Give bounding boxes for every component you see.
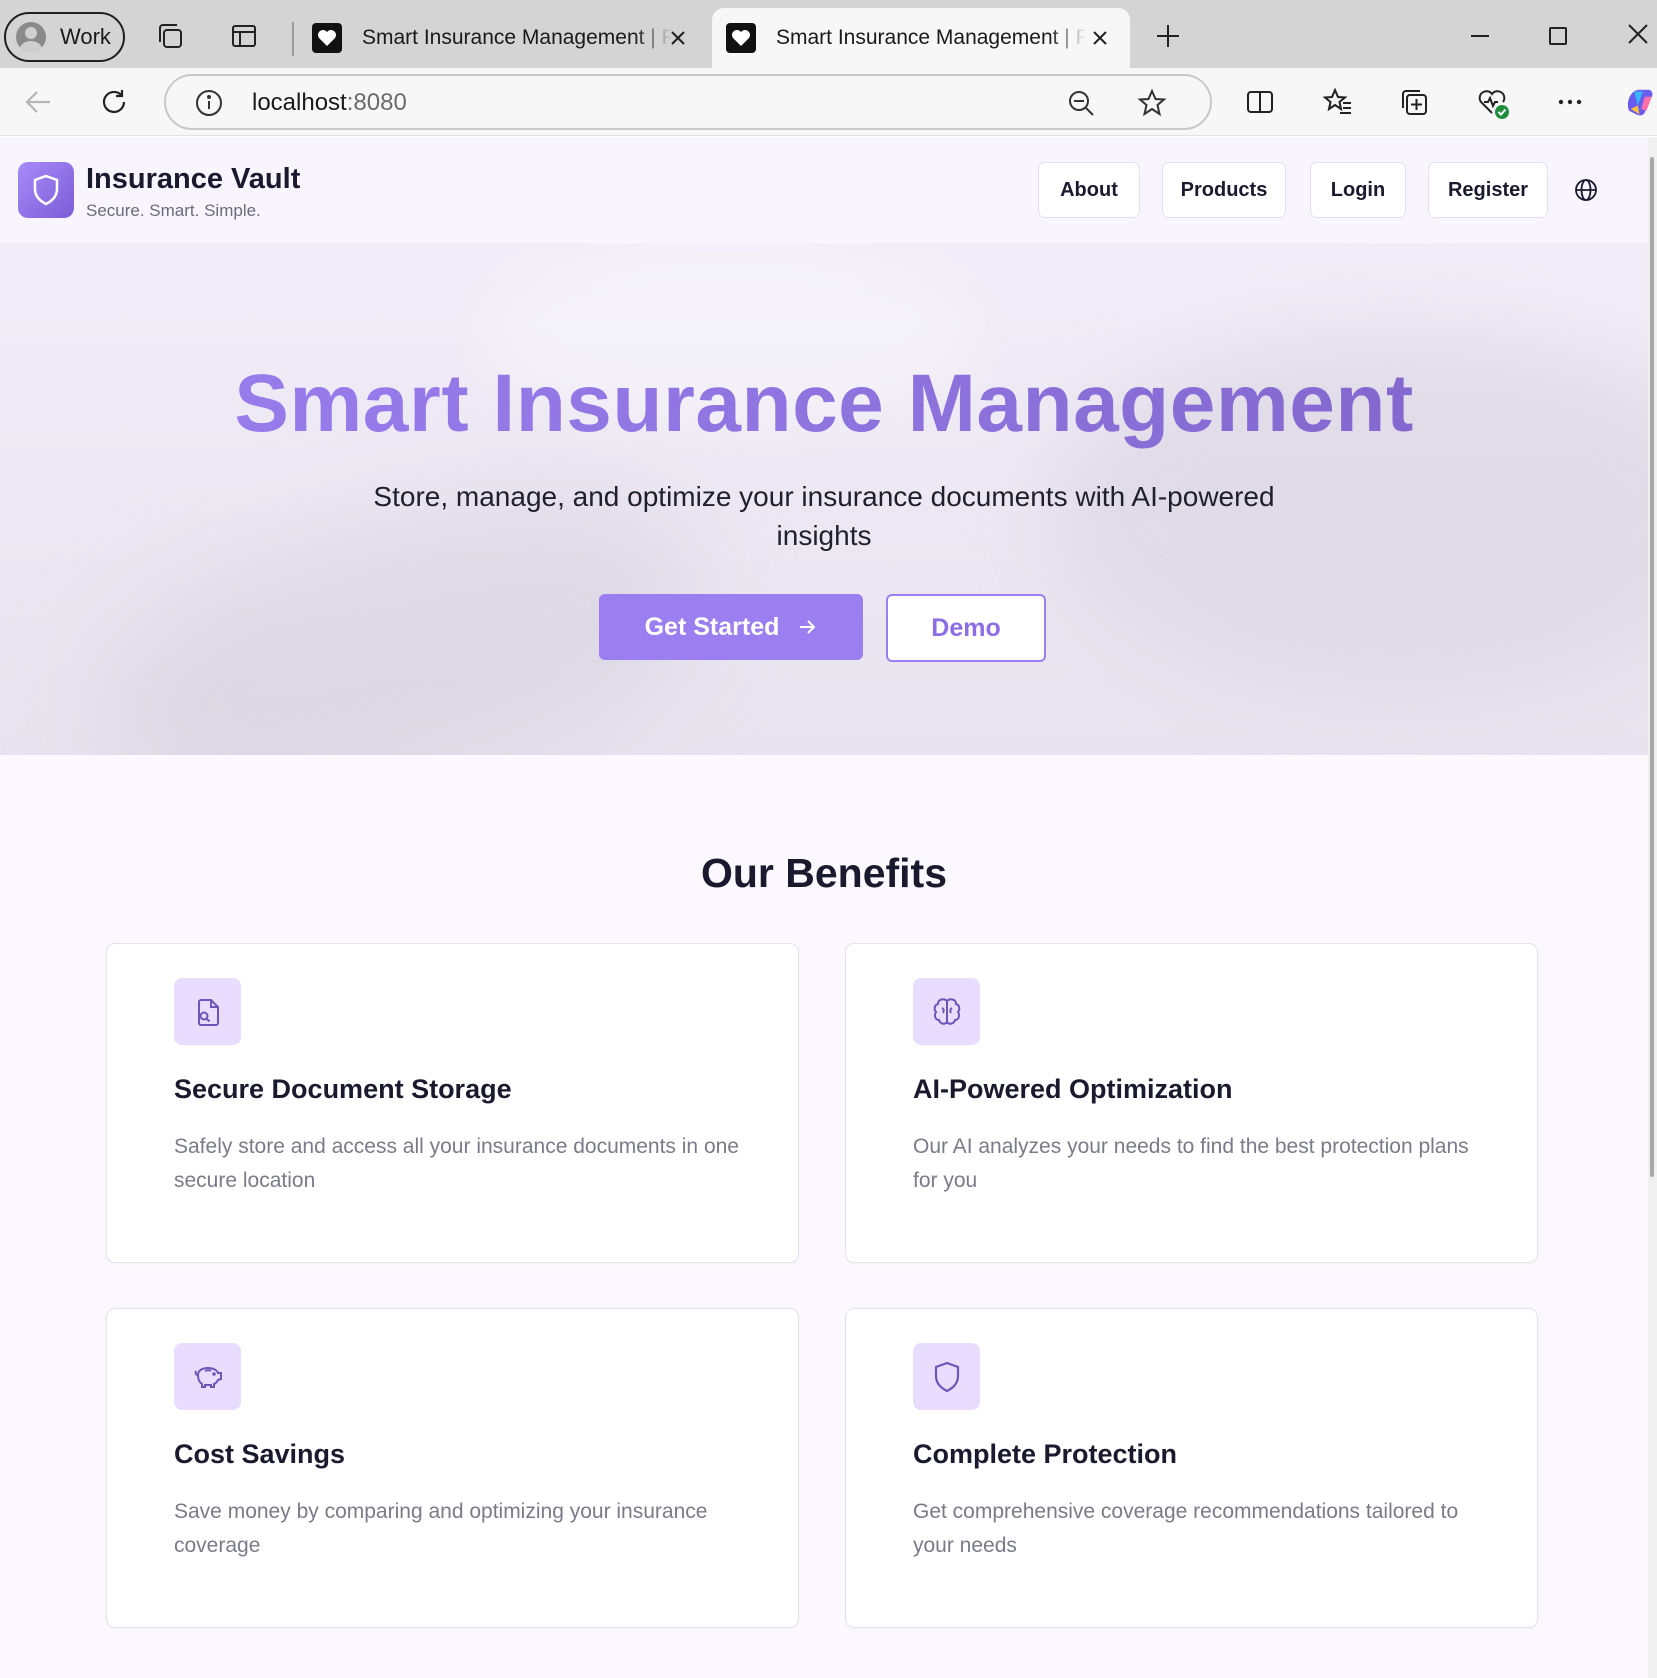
benefit-card-title: Cost Savings <box>174 1439 346 1469</box>
favorites-icon[interactable] <box>1320 84 1356 120</box>
tab-active[interactable]: Smart Insurance Management | Pr <box>712 8 1130 68</box>
split-screen-icon[interactable] <box>1242 84 1278 120</box>
maximize-icon[interactable] <box>1540 18 1576 54</box>
address-bar[interactable]: localhost:8080 <box>164 74 1212 130</box>
hero-subtitle: Store, manage, and optimize your insuran… <box>373 481 1275 551</box>
heart-favicon-icon <box>312 23 342 53</box>
shield-icon <box>913 1343 980 1410</box>
tab-title: Smart Insurance Management | Pr <box>362 26 672 49</box>
browser-essentials-icon[interactable] <box>1474 84 1512 122</box>
benefit-card-description: Our AI analyzes your needs to find the b… <box>913 1135 1469 1192</box>
url-port: :8080 <box>346 89 407 116</box>
get-started-label: Get Started <box>644 612 780 641</box>
benefit-card: Complete Protection Get comprehensive co… <box>845 1308 1538 1628</box>
benefit-card: Secure Document Storage Safely store and… <box>106 943 799 1263</box>
avatar <box>16 22 46 52</box>
close-tab-icon[interactable] <box>666 26 690 50</box>
tab-inactive[interactable]: Smart Insurance Management | Pr <box>298 8 708 68</box>
benefit-card: AI-Powered Optimization Our AI analyzes … <box>845 943 1538 1263</box>
profile-button[interactable]: Work <box>4 12 125 62</box>
brain-icon <box>913 978 980 1045</box>
scrollbar-thumb[interactable] <box>1650 157 1654 1177</box>
minimize-icon[interactable] <box>1462 18 1498 54</box>
shield-logo-icon <box>33 174 59 206</box>
back-arrow-icon[interactable] <box>20 84 56 120</box>
benefit-card-description: Get comprehensive coverage recommendatio… <box>913 1500 1459 1557</box>
zoom-out-icon[interactable] <box>1066 88 1096 118</box>
piggy-bank-icon <box>174 1343 241 1410</box>
benefit-card-title: Complete Protection <box>913 1439 1178 1469</box>
hero-title: Smart Insurance Management <box>0 357 1648 451</box>
benefit-card-title: AI-Powered Optimization <box>913 1074 1233 1104</box>
refresh-icon[interactable] <box>96 84 132 120</box>
nav-products-button[interactable]: Products <box>1162 162 1286 218</box>
nav-about-button[interactable]: About <box>1038 162 1140 218</box>
get-started-button[interactable]: Get Started <box>599 594 863 660</box>
brand-name[interactable]: Insurance Vault <box>86 163 300 196</box>
brand-tagline: Secure. Smart. Simple. <box>86 201 261 220</box>
nav-register-button[interactable]: Register <box>1428 162 1548 218</box>
hero-section: Smart Insurance Management Store, manage… <box>0 243 1648 755</box>
url-text[interactable]: localhost:8080 <box>252 89 407 117</box>
benefits-title: Our Benefits <box>700 850 948 896</box>
url-host: localhost <box>252 89 347 116</box>
nav-login-button[interactable]: Login <box>1310 162 1406 218</box>
heart-favicon-icon <box>726 23 756 53</box>
language-globe-icon[interactable] <box>1566 170 1606 210</box>
more-options-icon[interactable] <box>1552 84 1588 120</box>
benefits-section: Our Benefits Secure Document Storage Saf… <box>0 755 1648 1678</box>
vertical-tabs-icon[interactable] <box>226 18 262 54</box>
favorite-star-icon[interactable] <box>1136 87 1168 119</box>
benefit-card-title: Secure Document Storage <box>174 1074 512 1104</box>
benefit-card-description: Save money by comparing and optimizing y… <box>174 1500 708 1557</box>
file-search-icon <box>174 978 241 1045</box>
benefit-card-description: Safely store and access all your insuran… <box>174 1135 739 1192</box>
tab-title: Smart Insurance Management | Pr <box>776 26 1086 49</box>
workspaces-icon[interactable] <box>152 18 188 54</box>
arrow-right-icon <box>800 620 816 634</box>
benefit-card: Cost Savings Save money by comparing and… <box>106 1308 799 1628</box>
copilot-icon[interactable] <box>1622 82 1657 122</box>
demo-button[interactable]: Demo <box>886 594 1046 662</box>
logo[interactable] <box>18 162 74 218</box>
site-info-icon[interactable] <box>194 88 224 118</box>
site-header: Insurance Vault Secure. Smart. Simple. A… <box>0 137 1648 243</box>
new-tab-icon[interactable] <box>1150 18 1186 54</box>
tab-separator <box>292 22 294 56</box>
browser-tab-bar: Work Smart Insurance Management | Pr Sma… <box>0 0 1657 68</box>
close-window-icon[interactable] <box>1620 16 1656 52</box>
page: Insurance Vault Secure. Smart. Simple. A… <box>0 137 1648 1678</box>
collections-icon[interactable] <box>1396 84 1432 120</box>
profile-label: Work <box>60 24 111 49</box>
close-tab-icon[interactable] <box>1088 26 1112 50</box>
browser-toolbar: localhost:8080 <box>0 68 1657 136</box>
page-scrollbar[interactable] <box>1648 137 1657 1678</box>
